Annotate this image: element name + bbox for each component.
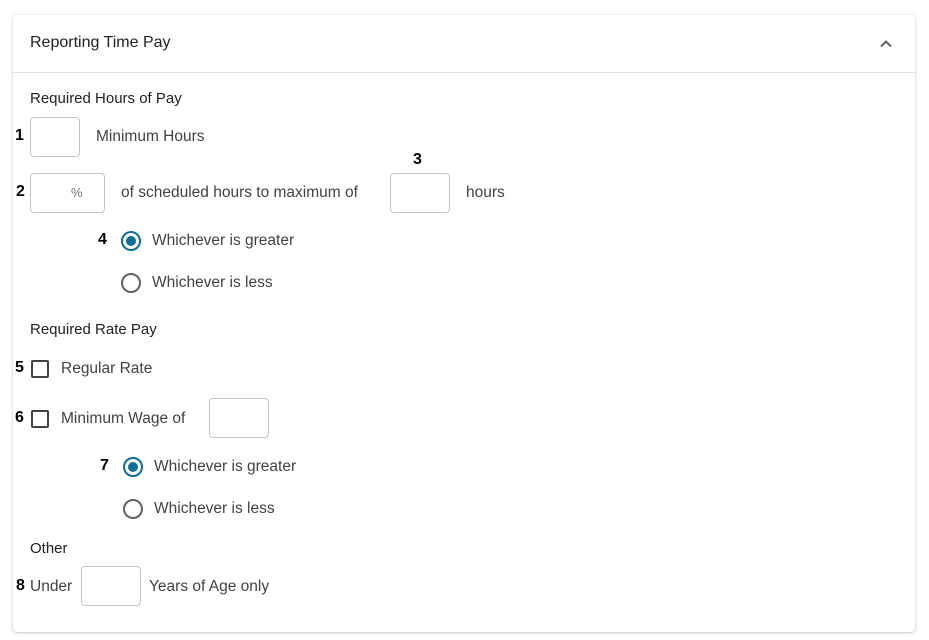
minimum-wage-checkbox[interactable]	[31, 410, 49, 428]
minimum-wage-label: Minimum Wage of	[61, 410, 186, 427]
rate-less-radio[interactable]	[123, 499, 143, 519]
marker-5: 5	[15, 359, 24, 376]
marker-8: 8	[16, 577, 25, 594]
under-label: Under	[30, 578, 73, 595]
hours-greater-label: Whichever is greater	[152, 232, 295, 249]
minimum-hours-input[interactable]	[30, 117, 80, 157]
marker-3: 3	[413, 151, 422, 168]
card-title: Reporting Time Pay	[30, 34, 171, 51]
age-input[interactable]	[81, 566, 141, 606]
hours-greater-radio[interactable]	[121, 231, 141, 251]
regular-rate-label: Regular Rate	[61, 360, 153, 377]
scheduled-hours-label: of scheduled hours to maximum of	[121, 184, 358, 201]
marker-2: 2	[16, 183, 25, 200]
other-title: Other	[30, 540, 68, 557]
regular-rate-checkbox[interactable]	[31, 360, 49, 378]
max-hours-input[interactable]	[390, 173, 450, 213]
rate-less-label: Whichever is less	[154, 500, 275, 517]
chevron-up-icon[interactable]	[877, 35, 895, 53]
minimum-hours-label: Minimum Hours	[96, 128, 205, 145]
marker-1: 1	[15, 127, 24, 144]
percent-placeholder: %	[71, 185, 83, 200]
percent-input[interactable]: %	[30, 173, 105, 213]
marker-4: 4	[98, 231, 107, 248]
years-of-age-label: Years of Age only	[149, 578, 270, 595]
required-hours-title: Required Hours of Pay	[30, 90, 182, 107]
hours-less-label: Whichever is less	[152, 274, 273, 291]
minimum-wage-input[interactable]	[209, 398, 269, 438]
marker-7: 7	[100, 457, 109, 474]
rate-greater-radio[interactable]	[123, 457, 143, 477]
marker-6: 6	[15, 409, 24, 426]
rate-greater-label: Whichever is greater	[154, 458, 297, 475]
hours-less-radio[interactable]	[121, 273, 141, 293]
hours-label: hours	[466, 184, 505, 201]
card-header[interactable]: Reporting Time Pay	[13, 15, 915, 73]
required-rate-title: Required Rate Pay	[30, 321, 157, 338]
